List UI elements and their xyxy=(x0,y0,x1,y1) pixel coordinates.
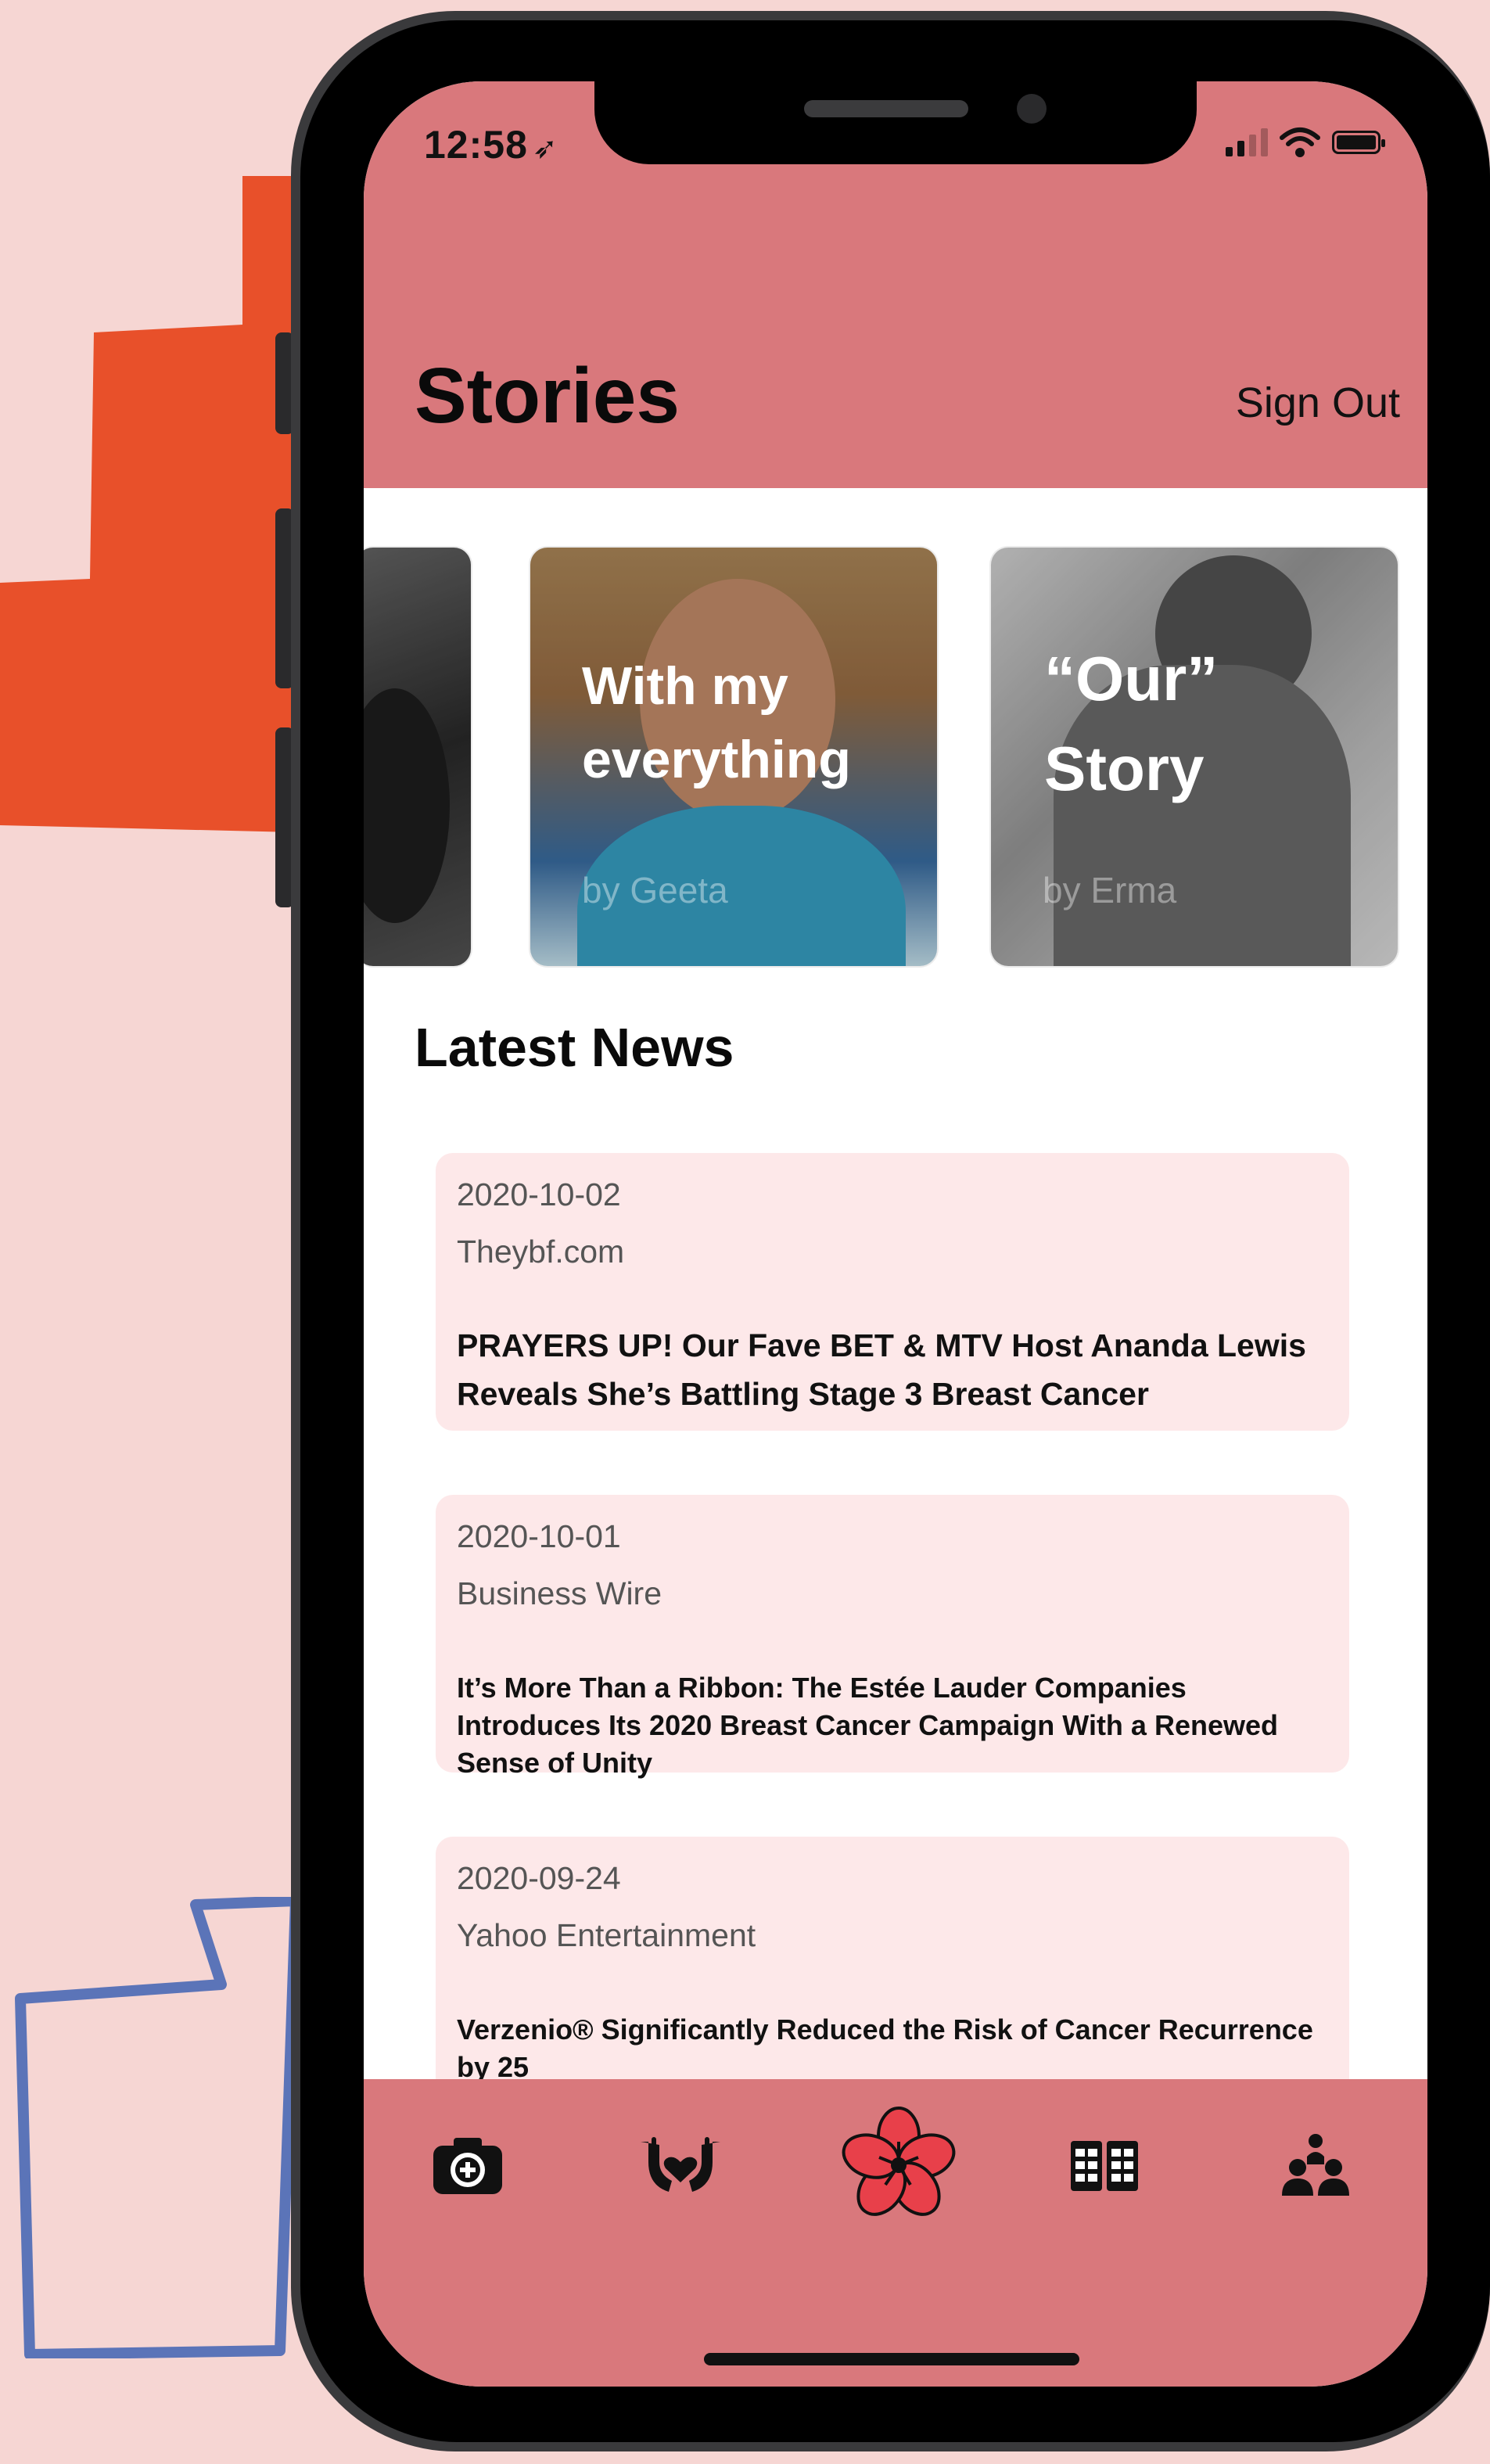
speaker xyxy=(804,100,968,117)
app-screen: 12:58 ➶ Stories Sign Out With my everythi… xyxy=(364,81,1427,2387)
status-time: 12:58 ➶ xyxy=(424,123,558,167)
page-title: Stories xyxy=(415,352,680,440)
story-author: by Geeta xyxy=(582,870,728,911)
latest-news-heading: Latest News xyxy=(415,1017,734,1078)
news-card[interactable]: 2020-09-24 Yahoo Entertainment Verzenio®… xyxy=(436,1837,1349,2118)
news-card[interactable]: 2020-10-02 Theybf.com PRAYERS UP! Our Fa… xyxy=(436,1153,1349,1431)
story-card[interactable]: With my everything by Geeta xyxy=(530,548,937,966)
status-icons xyxy=(1226,127,1385,158)
decorative-blue-outline xyxy=(15,1897,301,2358)
signal-icon xyxy=(1226,128,1268,156)
book-icon xyxy=(1071,2141,1138,2191)
news-date: 2020-10-01 xyxy=(457,1518,621,1554)
story-title: With my everything xyxy=(582,656,851,789)
news-card[interactable]: 2020-10-01 Business Wire It’s More Than … xyxy=(436,1495,1349,1779)
news-date: 2020-09-24 xyxy=(457,1860,621,1896)
tab-resources[interactable] xyxy=(1050,2114,1159,2216)
tab-home[interactable] xyxy=(836,2095,961,2236)
home-indicator[interactable] xyxy=(704,2353,1079,2365)
story-card[interactable] xyxy=(364,548,471,966)
hands-heart-icon xyxy=(641,2137,720,2192)
tab-bar xyxy=(364,2079,1427,2387)
tab-camera[interactable] xyxy=(413,2114,522,2216)
camera-add-icon xyxy=(433,2138,502,2194)
news-source: Theybf.com xyxy=(457,1234,625,1270)
story-author: by Erma xyxy=(1043,870,1177,911)
battery-icon xyxy=(1332,131,1385,154)
notch xyxy=(594,81,1197,164)
news-date: 2020-10-02 xyxy=(457,1176,621,1212)
story-card[interactable]: “Our” Story by Erma xyxy=(991,548,1398,966)
flower-icon xyxy=(842,2107,956,2216)
wifi-icon xyxy=(1280,128,1320,157)
tab-support[interactable] xyxy=(626,2114,735,2216)
news-headline: Verzenio® Significantly Reduced the Risk… xyxy=(457,2013,1313,2083)
front-camera xyxy=(1017,94,1047,124)
news-source: Yahoo Entertainment xyxy=(457,1917,756,1953)
news-source: Business Wire xyxy=(457,1575,662,1611)
people-icon xyxy=(1282,2134,1349,2196)
tab-community[interactable] xyxy=(1261,2114,1370,2216)
news-headline: PRAYERS UP! Our Fave BET & MTV Host Anan… xyxy=(457,1327,1306,1412)
location-arrow-icon: ➶ xyxy=(532,132,558,165)
story-title: “Our” Story xyxy=(1044,644,1219,803)
news-headline: It’s More Than a Ribbon: The Estée Laude… xyxy=(457,1672,1278,1779)
sign-out-button[interactable]: Sign Out xyxy=(1236,379,1400,427)
